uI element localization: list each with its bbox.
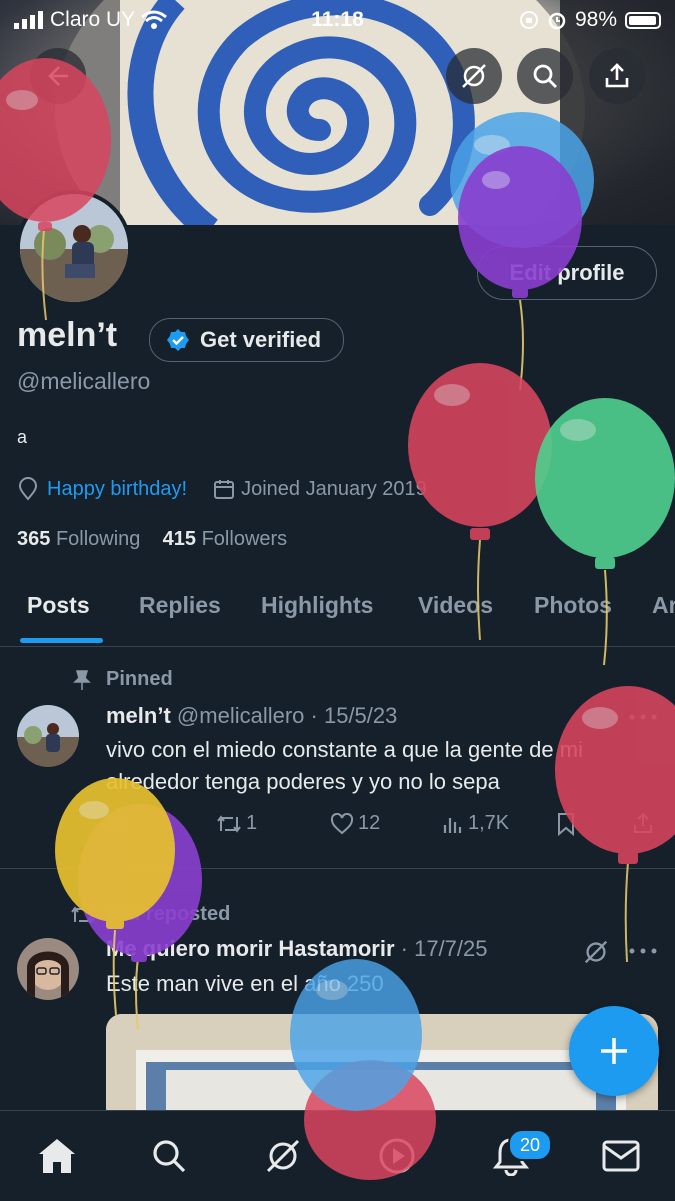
repost-author-name[interactable]: Me quiero morir Hastamorir <box>106 936 395 961</box>
grok-icon <box>266 1139 300 1173</box>
repost-header: Me quiero morir Hastamorir · 17/7/25 <box>106 936 488 961</box>
home-icon <box>39 1139 75 1173</box>
pinned-label: Pinned <box>72 668 173 691</box>
views-icon <box>443 817 462 833</box>
reply-button[interactable] <box>106 812 130 836</box>
get-verified-button[interactable]: Get verified <box>149 318 345 362</box>
views-button[interactable]: 1,7K <box>442 812 509 835</box>
like-button[interactable]: 12 <box>330 812 380 835</box>
mail-icon <box>602 1140 640 1172</box>
reply-icon <box>108 815 128 836</box>
follow-stats: 365 Following 415 Followers <box>17 528 287 551</box>
retweet-button[interactable]: 1 <box>216 812 257 835</box>
repost-date: 17/7/25 <box>414 936 488 961</box>
upload-button[interactable] <box>632 812 654 834</box>
tab-posts[interactable]: Posts <box>27 592 90 619</box>
following-link[interactable]: 365 Following <box>17 528 140 550</box>
tweet-text: vivo con el miedo constante a que la gen… <box>106 737 583 794</box>
reposted-label: You reposted <box>70 903 230 926</box>
tab-highlights[interactable]: Highlights <box>261 592 373 619</box>
verified-check-icon <box>167 329 189 351</box>
compose-plus-icon <box>601 1038 627 1064</box>
grok-icon <box>462 64 486 88</box>
tweet-actions: 1 12 1,7K <box>0 812 675 842</box>
profile-name: meln’t <box>17 316 118 354</box>
grok-button[interactable] <box>446 48 502 104</box>
views-count: 1,7K <box>468 812 510 834</box>
upload-icon <box>634 812 652 833</box>
tweet-divider <box>0 868 675 869</box>
tweet-author-name[interactable]: meln’t <box>106 703 171 728</box>
followers-link[interactable]: 415 Followers <box>163 528 288 550</box>
more-icon[interactable] <box>628 946 658 956</box>
tab-photos[interactable]: Photos <box>534 592 612 619</box>
joined-date: Joined January 2019 <box>241 477 427 500</box>
tweet-header: meln’t @melicallero · 15/5/23 <box>106 703 398 728</box>
repost-text: Este man vive en el año 250 <box>106 971 384 996</box>
get-verified-label: Get verified <box>200 327 322 352</box>
notifications-badge: 20 <box>508 1129 552 1161</box>
search-button[interactable] <box>517 48 573 104</box>
orientation-lock-icon <box>519 11 538 29</box>
status-right: 98% <box>519 8 661 32</box>
nav-video[interactable] <box>372 1131 422 1181</box>
tweet-avatar[interactable] <box>17 705 79 767</box>
more-icon[interactable] <box>628 712 658 722</box>
heart-icon <box>330 812 354 834</box>
bookmark-icon <box>558 813 574 836</box>
followers-count: 415 <box>162 528 197 550</box>
tab-articles[interactable]: Ar <box>652 592 675 619</box>
retweet-icon <box>217 814 241 833</box>
nav-search[interactable] <box>144 1131 194 1181</box>
profile-avatar[interactable] <box>16 190 132 306</box>
share-icon <box>605 63 629 88</box>
following-count: 365 <box>17 528 51 550</box>
profile-handle: @melicallero <box>17 368 151 394</box>
nav-messages[interactable] <box>596 1131 646 1181</box>
grok-icon[interactable] <box>582 938 610 966</box>
compose-button[interactable] <box>569 1006 659 1096</box>
bottom-nav: 20 <box>0 1110 675 1201</box>
calendar-icon <box>214 480 235 499</box>
following-label: Following <box>55 528 141 550</box>
tweet-author-handle: @melicallero <box>176 703 305 728</box>
nav-grok[interactable] <box>258 1131 308 1181</box>
repost-author-avatar[interactable] <box>17 938 79 1000</box>
profile-tabs: Posts Replies Highlights Videos Photos A… <box>0 588 675 647</box>
battery-percent: 98% <box>574 8 617 31</box>
retweet-count: 1 <box>246 812 258 834</box>
search-icon <box>153 1140 186 1173</box>
bookmark-button[interactable] <box>556 812 576 836</box>
back-arrow-icon <box>48 66 68 86</box>
search-icon <box>533 64 557 88</box>
active-tab-indicator <box>20 638 103 643</box>
pinned-text: Pinned <box>106 668 173 690</box>
retweet-icon <box>71 905 95 924</box>
nav-notifications[interactable]: 20 <box>486 1129 552 1181</box>
status-bar: Claro UY 11:18 98% <box>0 0 675 38</box>
location-link[interactable]: Happy birthday! <box>47 478 187 501</box>
battery-icon <box>625 11 661 29</box>
tab-replies[interactable]: Replies <box>139 592 221 619</box>
edit-profile-button[interactable]: Edit profile <box>477 246 657 300</box>
location-pin-icon <box>18 477 38 501</box>
play-icon <box>379 1138 415 1174</box>
pin-icon <box>73 669 91 690</box>
profile-meta: Happy birthday! Joined January 2019 <box>17 477 427 501</box>
alarm-icon <box>548 12 566 30</box>
back-button[interactable] <box>30 48 86 104</box>
tab-videos[interactable]: Videos <box>418 592 493 619</box>
share-button[interactable] <box>589 48 645 104</box>
like-count: 12 <box>358 812 381 834</box>
tweet-date: 15/5/23 <box>323 703 398 728</box>
followers-label: Followers <box>201 528 288 550</box>
profile-bio: a <box>17 427 28 447</box>
nav-home[interactable] <box>32 1131 82 1181</box>
reposted-text: You reposted <box>104 903 231 925</box>
